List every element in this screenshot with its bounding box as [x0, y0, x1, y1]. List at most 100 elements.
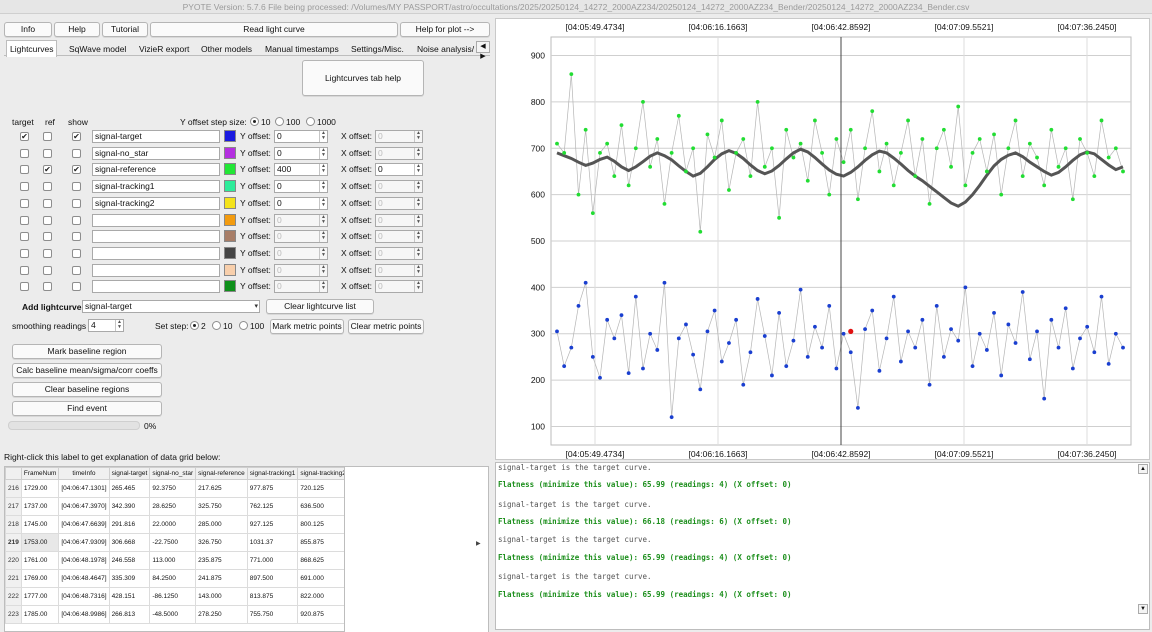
row-1-y-offset-stepper[interactable]: 0 ▲ ▼	[274, 147, 328, 160]
row-7-x-offset-stepper[interactable]: 0 ▲ ▼	[375, 247, 423, 260]
table-cell[interactable]: [04:06:47.6639]	[58, 515, 110, 534]
row-6-name-field[interactable]	[92, 230, 220, 243]
table-cell[interactable]: [04:06:48.9986]	[58, 605, 110, 624]
row-4-show-checkbox[interactable]	[72, 199, 81, 208]
grid-col-header[interactable]: timeInfo	[58, 467, 110, 480]
table-cell[interactable]: 1737.00	[20, 497, 60, 516]
grid-col-header[interactable]: FrameNum	[20, 467, 60, 480]
stepper-arrows-icon[interactable]: ▲ ▼	[319, 265, 327, 276]
table-cell[interactable]: 223	[5, 605, 22, 624]
row-6-target-checkbox[interactable]	[20, 232, 29, 241]
row-7-target-checkbox[interactable]	[20, 249, 29, 258]
row-4-target-checkbox[interactable]	[20, 199, 29, 208]
table-row[interactable]: 223 1785.00 [04:06:48.9986] 266.813 -48.5000…	[5, 605, 344, 624]
clear-metric-points-button[interactable]: Clear metric points	[348, 319, 424, 334]
table-cell[interactable]: 266.813	[108, 605, 151, 624]
table-cell[interactable]: 335.309	[108, 569, 151, 588]
row-4-color-swatch[interactable]	[224, 197, 236, 209]
stepper-arrows-icon[interactable]: ▲ ▼	[414, 265, 422, 276]
row-7-name-field[interactable]	[92, 247, 220, 260]
read-light-curve-button[interactable]: Read light curve	[150, 22, 398, 37]
row-9-ref-checkbox[interactable]	[43, 282, 52, 291]
table-cell[interactable]: 636.500	[297, 497, 344, 516]
table-cell[interactable]: 1761.00	[20, 551, 60, 570]
table-cell[interactable]: 143.000	[195, 587, 248, 606]
stepper-arrows-icon[interactable]: ▲ ▼	[319, 181, 327, 192]
add-lightcurve-select[interactable]: signal-target ▾	[82, 300, 260, 313]
stepper-arrows-icon[interactable]: ▲ ▼	[414, 231, 422, 242]
table-cell[interactable]: 241.875	[195, 569, 248, 588]
table-cell[interactable]: 217	[5, 497, 22, 516]
row-6-show-checkbox[interactable]	[72, 232, 81, 241]
find-event-button[interactable]: Find event	[12, 401, 162, 416]
tab-noise-analysis[interactable]: Noise analysis/	[414, 42, 477, 56]
table-cell[interactable]: 217.625	[195, 479, 248, 498]
table-cell[interactable]: 1769.00	[20, 569, 60, 588]
row-5-target-checkbox[interactable]	[20, 216, 29, 225]
clear-lightcurve-list-button[interactable]: Clear lightcurve list	[266, 299, 374, 314]
table-cell[interactable]: 291.816	[108, 515, 151, 534]
table-cell[interactable]: 246.558	[108, 551, 151, 570]
clear-baseline-regions-button[interactable]: Clear baseline regions	[12, 382, 162, 397]
row-5-y-offset-stepper[interactable]: 0 ▲ ▼	[274, 214, 328, 227]
row-3-color-swatch[interactable]	[224, 180, 236, 192]
smoothing-stepper[interactable]: 4 ▲ ▼	[88, 319, 124, 332]
stepper-arrows-icon[interactable]: ▲ ▼	[414, 131, 422, 142]
table-cell[interactable]: 800.125	[297, 515, 344, 534]
mark-baseline-region-button[interactable]: Mark baseline region	[12, 344, 162, 359]
row-2-y-offset-stepper[interactable]: 400 ▲ ▼	[274, 163, 328, 176]
table-row[interactable]: 217 1737.00 [04:06:47.3970] 342.390 28.6250 3…	[5, 497, 344, 516]
table-cell[interactable]: 84.2500	[149, 569, 197, 588]
table-cell[interactable]: 920.875	[297, 605, 344, 624]
row-5-x-offset-stepper[interactable]: 0 ▲ ▼	[375, 214, 423, 227]
table-cell[interactable]: 868.625	[297, 551, 344, 570]
table-cell[interactable]: [04:06:47.1301]	[58, 479, 110, 498]
help-button[interactable]: Help	[54, 22, 100, 37]
table-cell[interactable]: 278.250	[195, 605, 248, 624]
row-9-x-offset-stepper[interactable]: 0 ▲ ▼	[375, 280, 423, 293]
metric-point-marker[interactable]	[848, 328, 854, 335]
table-cell[interactable]: 771.000	[246, 551, 299, 570]
row-0-color-swatch[interactable]	[224, 130, 236, 142]
row-0-target-checkbox[interactable]: ✔	[20, 132, 29, 141]
grid-col-header[interactable]: signal-no_star	[149, 467, 197, 480]
grid-col-header[interactable]	[5, 467, 22, 480]
calc-baseline-button[interactable]: Calc baseline mean/sigma/corr coeffs	[12, 363, 162, 378]
stepper-arrows-icon[interactable]: ▲ ▼	[414, 181, 422, 192]
set-step-radio-10[interactable]	[212, 321, 221, 330]
stepper-arrows-icon[interactable]: ▲ ▼	[414, 215, 422, 226]
table-cell[interactable]: 1031.37	[246, 533, 299, 552]
table-cell[interactable]: 219	[5, 533, 22, 552]
row-6-y-offset-stepper[interactable]: 0 ▲ ▼	[274, 230, 328, 243]
row-2-color-swatch[interactable]	[224, 163, 236, 175]
row-3-name-field[interactable]: signal-tracking1	[92, 180, 220, 193]
table-cell[interactable]: 326.750	[195, 533, 248, 552]
table-cell[interactable]: 285.000	[195, 515, 248, 534]
table-row[interactable]: 218 1745.00 [04:06:47.6639] 291.816 22.0000 2…	[5, 515, 344, 534]
plot-canvas[interactable]: 100 200 300 400 500 600 700 800 900 [04:05:49.473…	[496, 19, 1151, 461]
table-cell[interactable]: 1745.00	[20, 515, 60, 534]
tab-sqwave-model[interactable]: SqWave model	[66, 42, 129, 56]
table-cell[interactable]: 691.000	[297, 569, 344, 588]
table-cell[interactable]: [04:06:48.7316]	[58, 587, 110, 606]
grid-title[interactable]: Right-click this label to get explanatio…	[4, 452, 220, 462]
table-cell[interactable]: 306.668	[108, 533, 151, 552]
stepper-arrows-icon[interactable]: ▲ ▼	[319, 231, 327, 242]
table-cell[interactable]: 1729.00	[20, 479, 60, 498]
lightcurves-tab-help-button[interactable]: Lightcurves tab help	[302, 60, 424, 96]
row-9-color-swatch[interactable]	[224, 280, 236, 292]
row-6-ref-checkbox[interactable]	[43, 232, 52, 241]
row-2-x-offset-stepper[interactable]: 0 ▲ ▼	[375, 163, 423, 176]
set-step-radio-2[interactable]	[190, 321, 199, 330]
row-0-name-field[interactable]: signal-target	[92, 130, 220, 143]
stepper-arrows-icon[interactable]: ▲ ▼	[414, 148, 422, 159]
table-cell[interactable]: 720.125	[297, 479, 344, 498]
row-2-name-field[interactable]: signal-reference	[92, 163, 220, 176]
stepper-arrows-icon[interactable]: ▲ ▼	[319, 281, 327, 292]
row-7-ref-checkbox[interactable]	[43, 249, 52, 258]
stepper-arrows-icon[interactable]: ▲ ▼	[414, 281, 422, 292]
tab-lightcurves[interactable]: Lightcurves	[6, 40, 58, 57]
row-8-color-swatch[interactable]	[224, 264, 236, 276]
row-9-target-checkbox[interactable]	[20, 282, 29, 291]
table-cell[interactable]: 218	[5, 515, 22, 534]
